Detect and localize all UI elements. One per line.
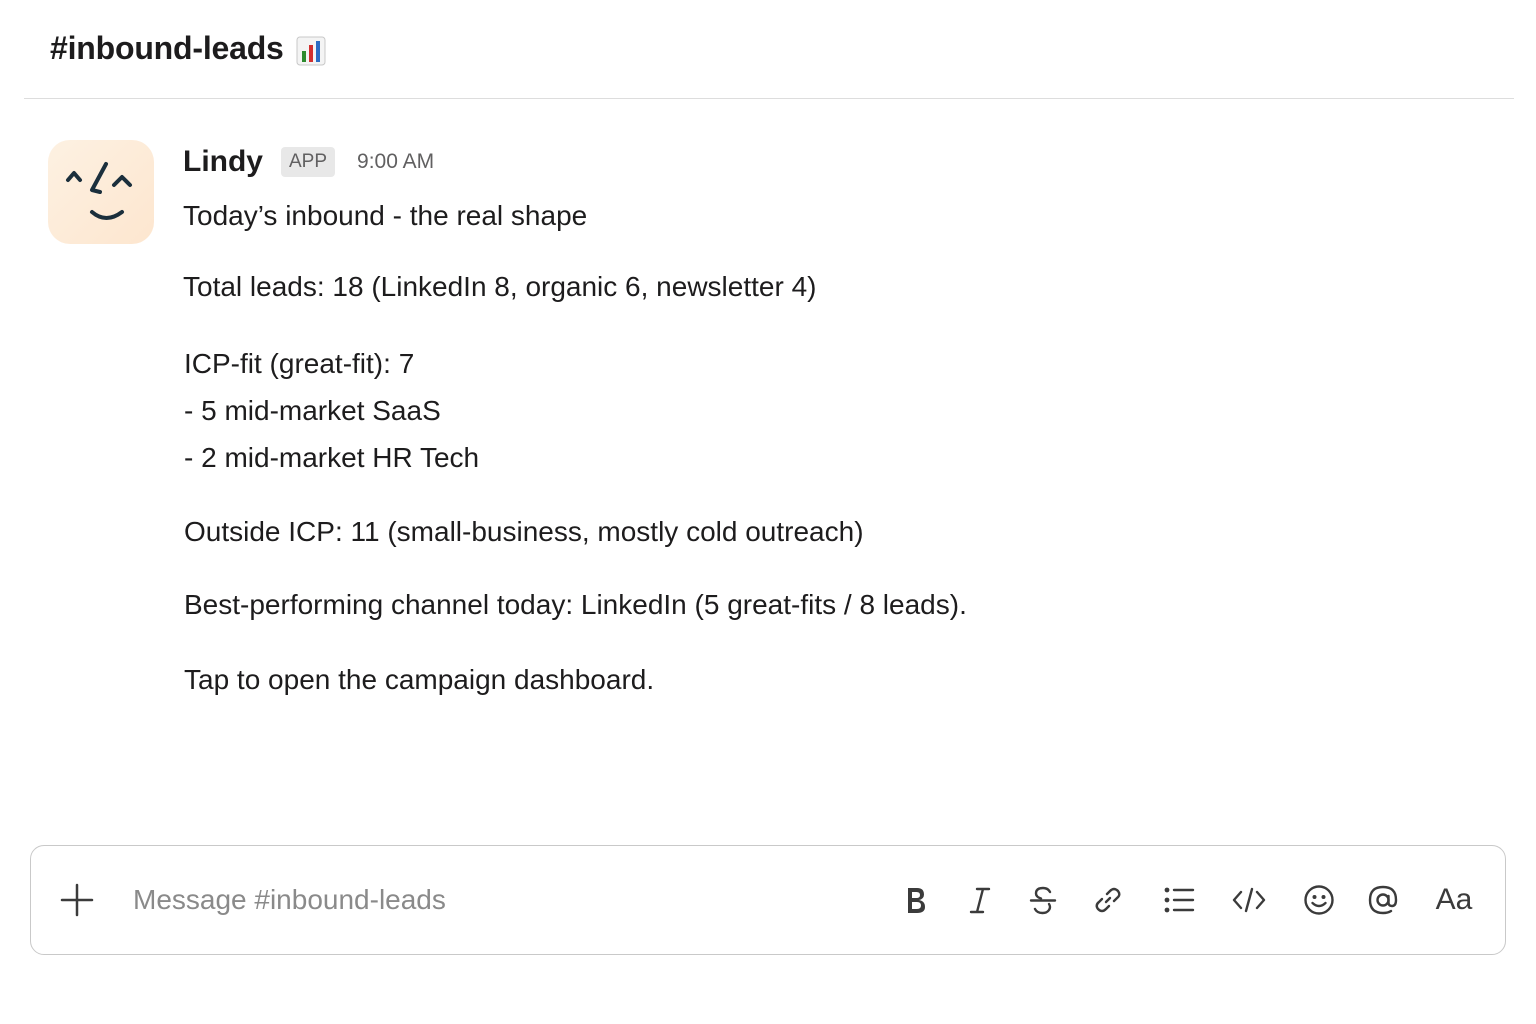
app-badge: APP xyxy=(281,147,336,177)
list-item: - 5 mid-market SaaS xyxy=(184,395,441,426)
bold-icon[interactable] xyxy=(893,878,937,922)
message-composer: Aa xyxy=(30,845,1506,955)
outside-icp-line: Outside ICP: 11 (small-business, mostly … xyxy=(184,516,864,547)
channel-name: #inbound-leads xyxy=(50,30,284,66)
message-timestamp[interactable]: 9:00 AM xyxy=(357,150,434,174)
sender-name[interactable]: Lindy xyxy=(183,145,263,179)
code-icon[interactable] xyxy=(1227,878,1271,922)
message-body: Lindy APP 9:00 AM Today’s inbound - the … xyxy=(183,140,1383,695)
bar-chart-emoji-icon xyxy=(296,36,326,66)
message-headline: Today’s inbound - the real shape xyxy=(183,200,588,231)
dashboard-cta-line[interactable]: Tap to open the campaign dashboard. xyxy=(184,664,654,696)
emoji-icon[interactable] xyxy=(1297,878,1341,922)
list-item: - 2 mid-market HR Tech xyxy=(184,442,480,473)
channel-title[interactable]: #inbound-leads xyxy=(50,30,326,67)
strikethrough-icon[interactable] xyxy=(1021,878,1065,922)
best-channel-line: Best-performing channel today: LinkedIn … xyxy=(184,589,967,620)
total-leads-line: Total leads: 18 (LinkedIn 8, organic 6, … xyxy=(183,271,817,302)
lindy-face-icon xyxy=(66,162,132,220)
text-formatting-icon[interactable]: Aa xyxy=(1429,878,1479,922)
plus-icon[interactable] xyxy=(59,882,95,918)
icp-fit-line: ICP-fit (great-fit): 7 xyxy=(184,348,415,379)
bulleted-list-icon[interactable] xyxy=(1157,878,1201,922)
channel-header: #inbound-leads xyxy=(24,0,1514,99)
italic-icon[interactable] xyxy=(958,878,1002,922)
mention-icon[interactable] xyxy=(1361,878,1405,922)
message-input[interactable] xyxy=(133,876,853,924)
avatar[interactable] xyxy=(48,140,154,244)
message-header: Lindy APP 9:00 AM xyxy=(183,140,1383,184)
link-icon[interactable] xyxy=(1086,878,1130,922)
